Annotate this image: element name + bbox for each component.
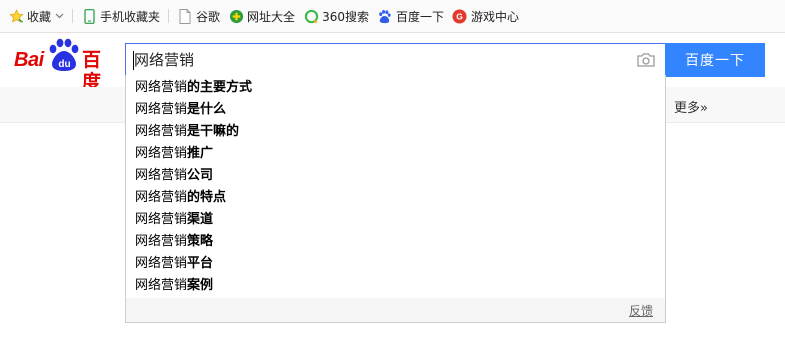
bookmark-label: 游戏中心 <box>470 9 519 24</box>
suggestion-item[interactable]: 网络营销的特点 <box>126 187 665 209</box>
suggestion-item[interactable]: 网络营销推广 <box>126 143 665 165</box>
search-button[interactable]: 百度一下 <box>665 43 765 77</box>
globe-plus-icon <box>228 8 244 24</box>
bookmark-url-directory[interactable]: 网址大全 <box>228 0 295 33</box>
search-suggestions-dropdown: 网络营销的主要方式 网络营销是什么 网络营销是干嘛的 网络营销推广 网络营销公司… <box>125 75 666 323</box>
page-icon <box>177 8 193 24</box>
baidu-logo[interactable]: Bai du 百度 <box>12 38 118 93</box>
suggestion-item[interactable]: 网络营销的主要方式 <box>126 77 665 99</box>
search-input[interactable]: 网络营销 <box>134 44 194 76</box>
camera-icon[interactable] <box>636 52 656 68</box>
logo-latin-text: Bai <box>14 49 44 71</box>
bookmark-label: 手机收藏夹 <box>100 9 161 24</box>
bookmark-game-center[interactable]: G 游戏中心 <box>452 0 519 33</box>
separator <box>72 9 74 23</box>
bookmark-mobile-favorites[interactable]: 手机收藏夹 <box>81 0 160 33</box>
search-input-box[interactable]: 网络营销 <box>125 43 666 77</box>
suggestion-item[interactable]: 网络营销策略 <box>126 231 665 253</box>
bookmark-label: 360搜索 <box>322 9 369 24</box>
bookmarks-bar: 收藏 手机收藏夹 谷歌 网址大全 360搜索 百度一下 G 游戏中心 <box>0 0 785 33</box>
bookmark-google[interactable]: 谷歌 <box>177 0 220 33</box>
phone-icon <box>81 8 97 24</box>
svg-text:G: G <box>457 11 464 21</box>
bookmark-360-search[interactable]: 360搜索 <box>303 0 369 33</box>
bookmark-label: 百度一下 <box>395 9 444 24</box>
suggestion-item[interactable]: 网络营销公司 <box>126 165 665 187</box>
suggestion-item[interactable]: 网络营销是干嘛的 <box>126 121 665 143</box>
logo-badge-text: du <box>58 59 70 70</box>
suggestion-item[interactable]: 网络营销是什么 <box>126 99 665 121</box>
bookmark-baidu[interactable]: 百度一下 <box>377 0 444 33</box>
bookmark-label: 网址大全 <box>247 9 296 24</box>
suggestion-footer: 反馈 <box>126 298 665 322</box>
suggestion-list: 网络营销的主要方式 网络营销是什么 网络营销是干嘛的 网络营销推广 网络营销公司… <box>126 77 665 297</box>
more-link[interactable]: 更多» <box>674 97 708 116</box>
game-icon: G <box>452 8 468 24</box>
baidu-paw-icon <box>377 8 393 24</box>
suggestion-item[interactable]: 网络营销平台 <box>126 253 665 275</box>
baidu-paw-logo-icon: du <box>49 38 79 71</box>
feedback-link[interactable]: 反馈 <box>629 302 653 319</box>
suggestion-item[interactable]: 网络营销案例 <box>126 275 665 297</box>
star-icon <box>8 8 24 24</box>
separator <box>168 9 170 23</box>
chevron-down-icon[interactable] <box>55 13 64 19</box>
browser-page: 收藏 手机收藏夹 谷歌 网址大全 360搜索 百度一下 G 游戏中心 Bai d… <box>0 0 785 344</box>
bookmark-label: 谷歌 <box>196 9 221 24</box>
bookmark-label: 收藏 <box>27 9 52 24</box>
search360-icon <box>303 8 319 24</box>
suggestion-item[interactable]: 网络营销渠道 <box>126 209 665 231</box>
bookmark-favorites[interactable]: 收藏 <box>8 0 64 33</box>
